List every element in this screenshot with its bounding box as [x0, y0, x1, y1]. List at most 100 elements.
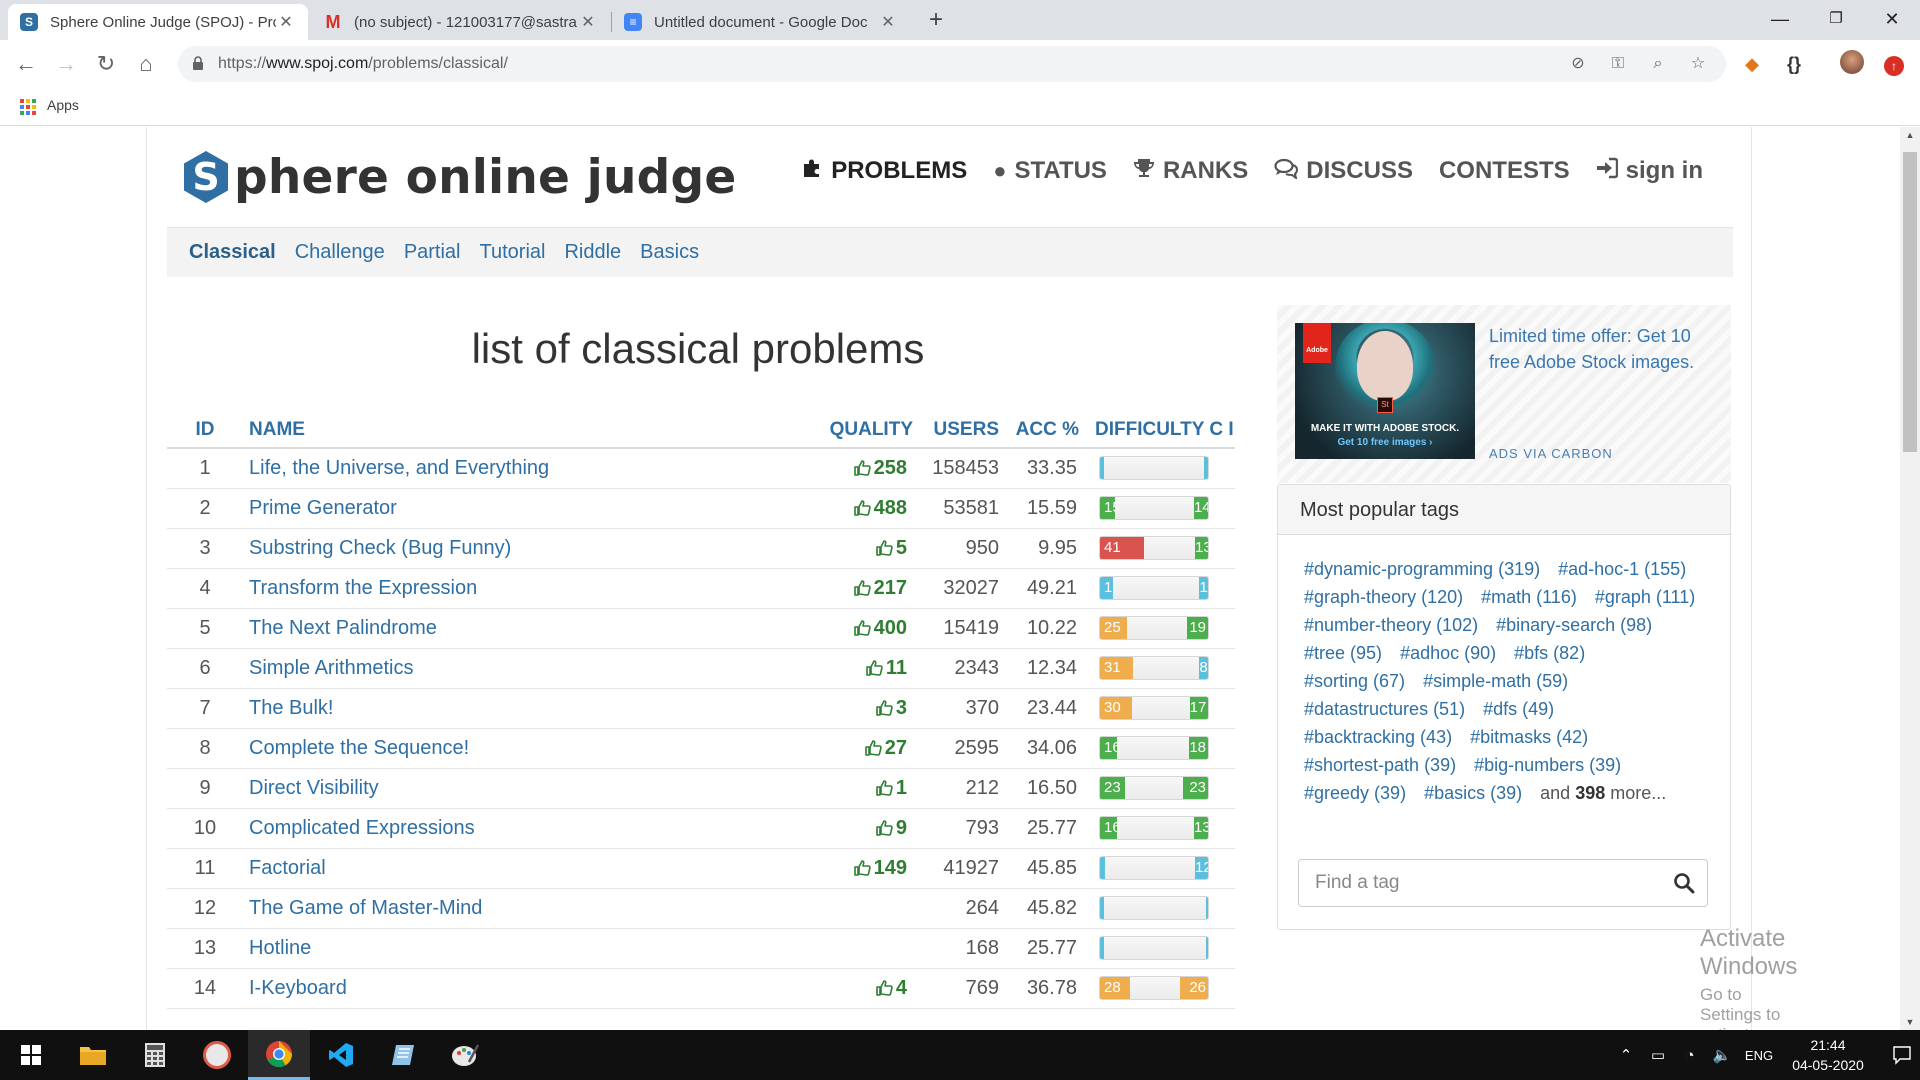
- problem-link[interactable]: The Game of Master-Mind: [249, 897, 482, 919]
- calculator-icon[interactable]: [124, 1030, 186, 1080]
- problem-users[interactable]: 158453: [919, 448, 999, 489]
- tag-link[interactable]: #ad-hoc-1 (155): [1558, 559, 1686, 579]
- problem-acc[interactable]: 12.34: [999, 648, 1087, 689]
- tab-partial[interactable]: Partial: [404, 241, 461, 264]
- nav-contests[interactable]: CONTESTS: [1439, 157, 1570, 185]
- clock[interactable]: 21:44 04-05-2020: [1788, 1035, 1868, 1075]
- tab-gmail[interactable]: M (no subject) - 121003177@sastra ✕: [312, 4, 610, 40]
- more-tags-link[interactable]: and 398 more...: [1540, 783, 1666, 803]
- problem-users[interactable]: 41927: [919, 848, 999, 889]
- problem-acc[interactable]: 34.06: [999, 728, 1087, 769]
- zoom-icon[interactable]: ⌕: [1648, 54, 1668, 74]
- problem-link[interactable]: Prime Generator: [249, 497, 397, 519]
- problem-users[interactable]: 32027: [919, 568, 999, 609]
- tab-basics[interactable]: Basics: [640, 241, 699, 264]
- tab-tutorial[interactable]: Tutorial: [480, 241, 546, 264]
- app-icon[interactable]: [186, 1030, 248, 1080]
- table-row[interactable]: 7 The Bulk! 3 370 23.44 30 17: [167, 688, 1235, 729]
- address-bar[interactable]: https://www.spoj.com/problems/classical/…: [178, 46, 1726, 82]
- problem-users[interactable]: 950: [919, 528, 999, 569]
- ads-via-carbon-link[interactable]: ADS VIA CARBON: [1489, 446, 1613, 461]
- close-tab-icon[interactable]: ✕: [578, 12, 598, 32]
- tag-search-input[interactable]: [1299, 860, 1659, 906]
- start-button[interactable]: [0, 1030, 62, 1080]
- tag-link[interactable]: #datastructures (51): [1304, 699, 1465, 719]
- problem-link[interactable]: Direct Visibility: [249, 777, 379, 799]
- problem-link[interactable]: I-Keyboard: [249, 977, 347, 999]
- file-explorer-icon[interactable]: [62, 1030, 124, 1080]
- problem-acc[interactable]: 10.22: [999, 608, 1087, 649]
- tag-link[interactable]: #graph (111): [1595, 587, 1695, 607]
- problem-users[interactable]: 2343: [919, 648, 999, 689]
- column-header-quality[interactable]: QUALITY: [813, 412, 919, 449]
- problem-users[interactable]: 53581: [919, 488, 999, 529]
- restore-button[interactable]: ❐: [1808, 0, 1864, 40]
- problem-acc[interactable]: 9.95: [999, 528, 1087, 569]
- tag-link[interactable]: #math (116): [1481, 587, 1577, 607]
- tab-riddle[interactable]: Riddle: [564, 241, 621, 264]
- problem-users[interactable]: 769: [919, 968, 999, 1009]
- column-header-users[interactable]: USERS: [919, 412, 999, 449]
- problem-acc[interactable]: 33.35: [999, 448, 1087, 489]
- column-header-name[interactable]: NAME: [243, 412, 813, 449]
- language-indicator[interactable]: ENG: [1742, 1048, 1776, 1063]
- tag-link[interactable]: #bitmasks (42): [1470, 727, 1588, 747]
- tag-link[interactable]: #greedy (39): [1304, 783, 1406, 803]
- nav-ranks[interactable]: RANKS: [1133, 157, 1248, 185]
- table-row[interactable]: 5 The Next Palindrome 400 15419 10.22 25 19: [167, 608, 1235, 649]
- vscode-icon[interactable]: [310, 1030, 372, 1080]
- metamask-icon[interactable]: ◆: [1738, 50, 1766, 78]
- scrollbar-thumb[interactable]: [1903, 152, 1917, 452]
- paint-icon[interactable]: [434, 1030, 496, 1080]
- new-tab-button[interactable]: +: [922, 6, 950, 34]
- problem-link[interactable]: Factorial: [249, 857, 326, 879]
- tag-link[interactable]: #simple-math (59): [1423, 671, 1568, 691]
- ad-text-link[interactable]: Limited time offer: Get 10 free Adobe St…: [1489, 323, 1721, 375]
- scroll-down-arrow-icon[interactable]: ▼: [1900, 1014, 1920, 1030]
- tag-link[interactable]: #bfs (82): [1514, 643, 1585, 663]
- problem-acc[interactable]: 36.78: [999, 968, 1087, 1009]
- tab-google-docs[interactable]: ≡ Untitled document - Google Doc ✕: [612, 4, 910, 40]
- tag-link[interactable]: #tree (95): [1304, 643, 1382, 663]
- table-row[interactable]: 13 Hotline 168 25.77: [167, 928, 1235, 969]
- minimize-button[interactable]: —: [1752, 0, 1808, 40]
- apps-shortcut[interactable]: Apps: [47, 88, 79, 122]
- table-row[interactable]: 11 Factorial 149 4192745.85 5 12: [167, 848, 1235, 889]
- apps-icon[interactable]: [20, 99, 36, 115]
- tag-link[interactable]: #backtracking (43): [1304, 727, 1452, 747]
- tag-link[interactable]: #big-numbers (39): [1474, 755, 1621, 775]
- problem-users[interactable]: 264: [919, 888, 999, 929]
- show-hidden-icons-chevron-icon[interactable]: ⌃: [1614, 1046, 1638, 1064]
- chrome-icon[interactable]: [248, 1030, 310, 1080]
- problem-users[interactable]: 15419: [919, 608, 999, 649]
- problem-acc[interactable]: 25.77: [999, 928, 1087, 969]
- tag-link[interactable]: #graph-theory (120): [1304, 587, 1463, 607]
- table-row[interactable]: 12 The Game of Master-Mind 264 45.82: [167, 888, 1235, 929]
- problem-link[interactable]: The Next Palindrome: [249, 617, 437, 639]
- forward-button[interactable]: →: [50, 48, 82, 80]
- site-logo[interactable]: S phere online judge: [182, 149, 736, 205]
- problem-acc[interactable]: 45.82: [999, 888, 1087, 929]
- problem-acc[interactable]: 49.21: [999, 568, 1087, 609]
- problem-users[interactable]: 793: [919, 808, 999, 849]
- bookmark-star-icon[interactable]: ☆: [1688, 54, 1708, 74]
- column-header-id[interactable]: ID: [167, 412, 243, 449]
- search-icon[interactable]: [1673, 872, 1695, 894]
- table-row[interactable]: 4 Transform the Expression 217 3202749.21 12…: [167, 568, 1235, 609]
- difficulty-label[interactable]: DIFFICULTY: [1095, 419, 1204, 440]
- close-tab-icon[interactable]: ✕: [878, 12, 898, 32]
- wifi-icon[interactable]: ◔: [1678, 1047, 1702, 1064]
- difficulty-i-toggle[interactable]: I: [1228, 419, 1233, 440]
- table-row[interactable]: 8Complete the Sequence!27259534.061618: [167, 728, 1235, 769]
- problem-link[interactable]: Substring Check (Bug Funny): [249, 537, 511, 559]
- tag-link[interactable]: #adhoc (90): [1400, 643, 1496, 663]
- tab-spoj[interactable]: S Sphere Online Judge (SPOJ) - Pro ✕: [8, 4, 308, 40]
- problem-link[interactable]: Transform the Expression: [249, 577, 477, 599]
- scroll-up-arrow-icon[interactable]: ▲: [1900, 127, 1920, 143]
- problem-link[interactable]: Complicated Expressions: [249, 817, 475, 839]
- problem-acc[interactable]: 25.77: [999, 808, 1087, 849]
- table-row[interactable]: 9 Direct Visibility 1 212 16.50 23 23: [167, 768, 1235, 809]
- problem-link[interactable]: The Bulk!: [249, 697, 333, 719]
- tag-link[interactable]: #number-theory (102): [1304, 615, 1478, 635]
- nav-problems[interactable]: PROBLEMS: [801, 157, 967, 185]
